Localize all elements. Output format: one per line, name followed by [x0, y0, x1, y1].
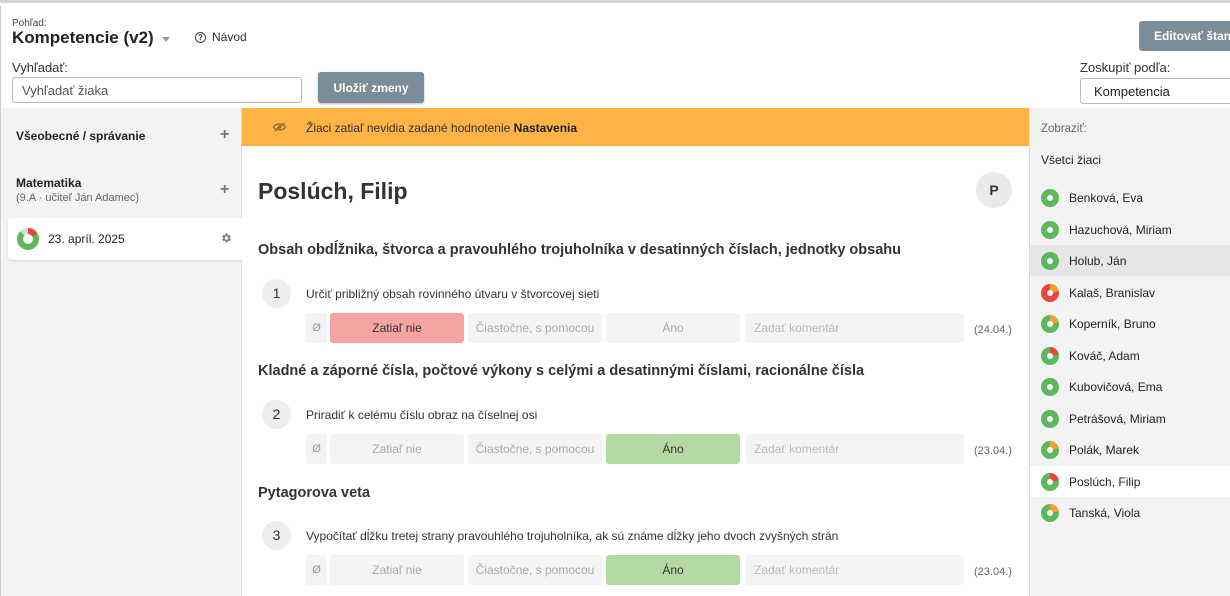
banner-message: Žiaci zatiaľ nevidia zadané hodnotenie	[306, 121, 511, 135]
student-name: Poslúch, Filip	[258, 178, 408, 204]
save-button[interactable]: Uložiť zmeny	[318, 72, 424, 103]
assessment-date-item[interactable]: 23. apríl. 2025	[8, 218, 242, 260]
comment-input[interactable]: Zadať komentár	[746, 434, 964, 464]
student-name: Kubovičová, Ema	[1069, 380, 1163, 394]
competence-title: Kladné a záporné čísla, počtové výkony s…	[258, 363, 865, 379]
student-list-item[interactable]: Polák, Marek	[1030, 434, 1230, 465]
option-partial[interactable]: Čiastočne, s pomocou	[468, 555, 602, 585]
option-partial[interactable]: Čiastočne, s pomocou	[468, 313, 602, 343]
option-partial[interactable]: Čiastočne, s pomocou	[468, 434, 602, 464]
category-title: Všeobecné / správanie	[16, 129, 146, 143]
add-icon[interactable]: +	[220, 127, 229, 143]
status-dot-icon	[1041, 315, 1059, 333]
assessment-content: Žiaci zatiaľ nevidia zadané hodnotenie N…	[242, 108, 1029, 596]
guide-link[interactable]: ? Návod	[195, 30, 247, 44]
option-null[interactable]: Ø	[306, 313, 327, 343]
category-title: Matematika	[16, 176, 82, 190]
comment-input[interactable]: Zadať komentár	[746, 555, 964, 585]
option-not-yet[interactable]: Zatiaľ nie	[330, 313, 464, 343]
search-label: Vyhľadať:	[12, 60, 68, 75]
option-not-yet[interactable]: Zatiaľ nie	[330, 434, 464, 464]
student-name: Kalaš, Branislav	[1069, 285, 1156, 300]
progress-pie-icon	[17, 227, 39, 250]
comment-input[interactable]: Zadať komentár	[746, 313, 964, 343]
status-dot-icon	[1041, 504, 1059, 522]
status-dot-icon	[1041, 378, 1059, 396]
status-dot-icon	[1041, 409, 1059, 428]
competence-title: Pytagorova veta	[258, 485, 371, 501]
guide-label: Návod	[212, 30, 247, 44]
search-input[interactable]	[12, 77, 302, 103]
option-yes[interactable]: Áno	[606, 313, 740, 343]
student-list-item[interactable]: Petrášová, Miriam	[1030, 403, 1230, 434]
option-null[interactable]: Ø	[306, 434, 327, 464]
student-list-item[interactable]: Poslúch, Filip	[1030, 465, 1230, 497]
view-selector[interactable]: Kompetencie (v2)	[12, 28, 170, 48]
all-students-filter[interactable]: Všetci žiaci	[1041, 153, 1101, 167]
eye-hidden-icon	[273, 122, 286, 132]
student-name: Petrášová, Miriam	[1069, 411, 1166, 426]
group-by-select[interactable]: Kompetencia	[1080, 78, 1230, 104]
edit-standards-button[interactable]: Editovať štandardy	[1139, 21, 1230, 51]
question-date: (23.04.)	[974, 566, 1012, 578]
student-list-item[interactable]: Kubovičová, Ema	[1030, 371, 1230, 402]
student-list-item[interactable]: Hazuchová, Miriam	[1030, 214, 1230, 245]
option-yes[interactable]: Áno	[606, 434, 740, 464]
question-number: 2	[262, 400, 291, 429]
gear-icon[interactable]	[220, 232, 232, 244]
question-date: (24.04.)	[974, 324, 1012, 336]
student-name: Kováč, Adam	[1069, 348, 1140, 363]
group-by-label: Zoskupiť podľa:	[1080, 60, 1171, 75]
status-dot-icon	[1041, 346, 1059, 365]
student-list-item[interactable]: Kalaš, Branislav	[1030, 277, 1230, 308]
student-name: Hazuchová, Miriam	[1069, 222, 1172, 237]
student-list-item[interactable]: Koperník, Bruno	[1030, 308, 1230, 339]
status-dot-icon	[1041, 441, 1059, 459]
status-dot-icon	[1041, 472, 1059, 491]
app-frame: Pohľad: Kompetencie (v2) ? Návod Editova…	[0, 6, 1230, 596]
student-name: Holub, Ján	[1069, 254, 1127, 268]
avatar[interactable]: P	[976, 172, 1012, 208]
category-subtitle: (9.A · učiteľ Ján Adamec)	[16, 192, 140, 204]
subjects-sidebar: Všeobecné / správanie + Matematika (9.A …	[1, 108, 242, 596]
settings-link[interactable]: Nastavenia	[514, 121, 577, 135]
student-name: Tanská, Viola	[1069, 506, 1141, 520]
question-text: Vypočítať dĺžku tretej strany pravouhléh…	[306, 529, 839, 543]
status-dot-icon	[1041, 283, 1059, 302]
student-list-item[interactable]: Kováč, Adam	[1030, 340, 1230, 371]
question-text: Priradiť k celému číslu obraz na číselne…	[306, 408, 538, 422]
banner-text: Žiaci zatiaľ nevidia zadané hodnotenie N…	[306, 121, 577, 135]
show-label: Zobraziť:	[1041, 123, 1087, 135]
status-dot-icon	[1041, 252, 1059, 270]
question-text: Určiť približný obsah rovinného útvaru v…	[306, 287, 600, 301]
assessment-date: 23. apríl. 2025	[48, 232, 125, 246]
student-name: Polák, Marek	[1069, 443, 1140, 457]
help-icon: ?	[195, 31, 206, 43]
view-title: Kompetencie (v2)	[12, 28, 154, 47]
student-name: Benková, Eva	[1069, 191, 1144, 205]
status-dot-icon	[1041, 189, 1059, 207]
question-date: (23.04.)	[974, 445, 1012, 457]
option-yes[interactable]: Áno	[606, 555, 740, 585]
question-number: 3	[262, 521, 291, 550]
status-dot-icon	[1041, 220, 1059, 239]
student-list-item[interactable]: Benková, Eva	[1030, 182, 1230, 213]
student-name: Poslúch, Filip	[1069, 474, 1141, 489]
competence-title: Obsah obdĺžnika, štvorca a pravouhlého t…	[258, 242, 901, 258]
visibility-banner: Žiaci zatiaľ nevidia zadané hodnotenie N…	[242, 108, 1029, 146]
student-list-item[interactable]: Holub, Ján	[1030, 245, 1230, 276]
students-panel: Zobraziť: Všetci žiaci Benková, Eva Hazuc…	[1029, 108, 1230, 596]
student-name: Koperník, Bruno	[1069, 317, 1156, 331]
option-not-yet[interactable]: Zatiaľ nie	[330, 555, 464, 585]
student-list-item[interactable]: Tanská, Viola	[1030, 497, 1230, 528]
chevron-down-icon	[161, 37, 170, 42]
add-icon[interactable]: +	[220, 182, 229, 198]
header: Pohľad: Kompetencie (v2) ? Návod Editova…	[1, 6, 1230, 108]
question-number: 1	[262, 279, 291, 308]
option-null[interactable]: Ø	[306, 555, 327, 585]
